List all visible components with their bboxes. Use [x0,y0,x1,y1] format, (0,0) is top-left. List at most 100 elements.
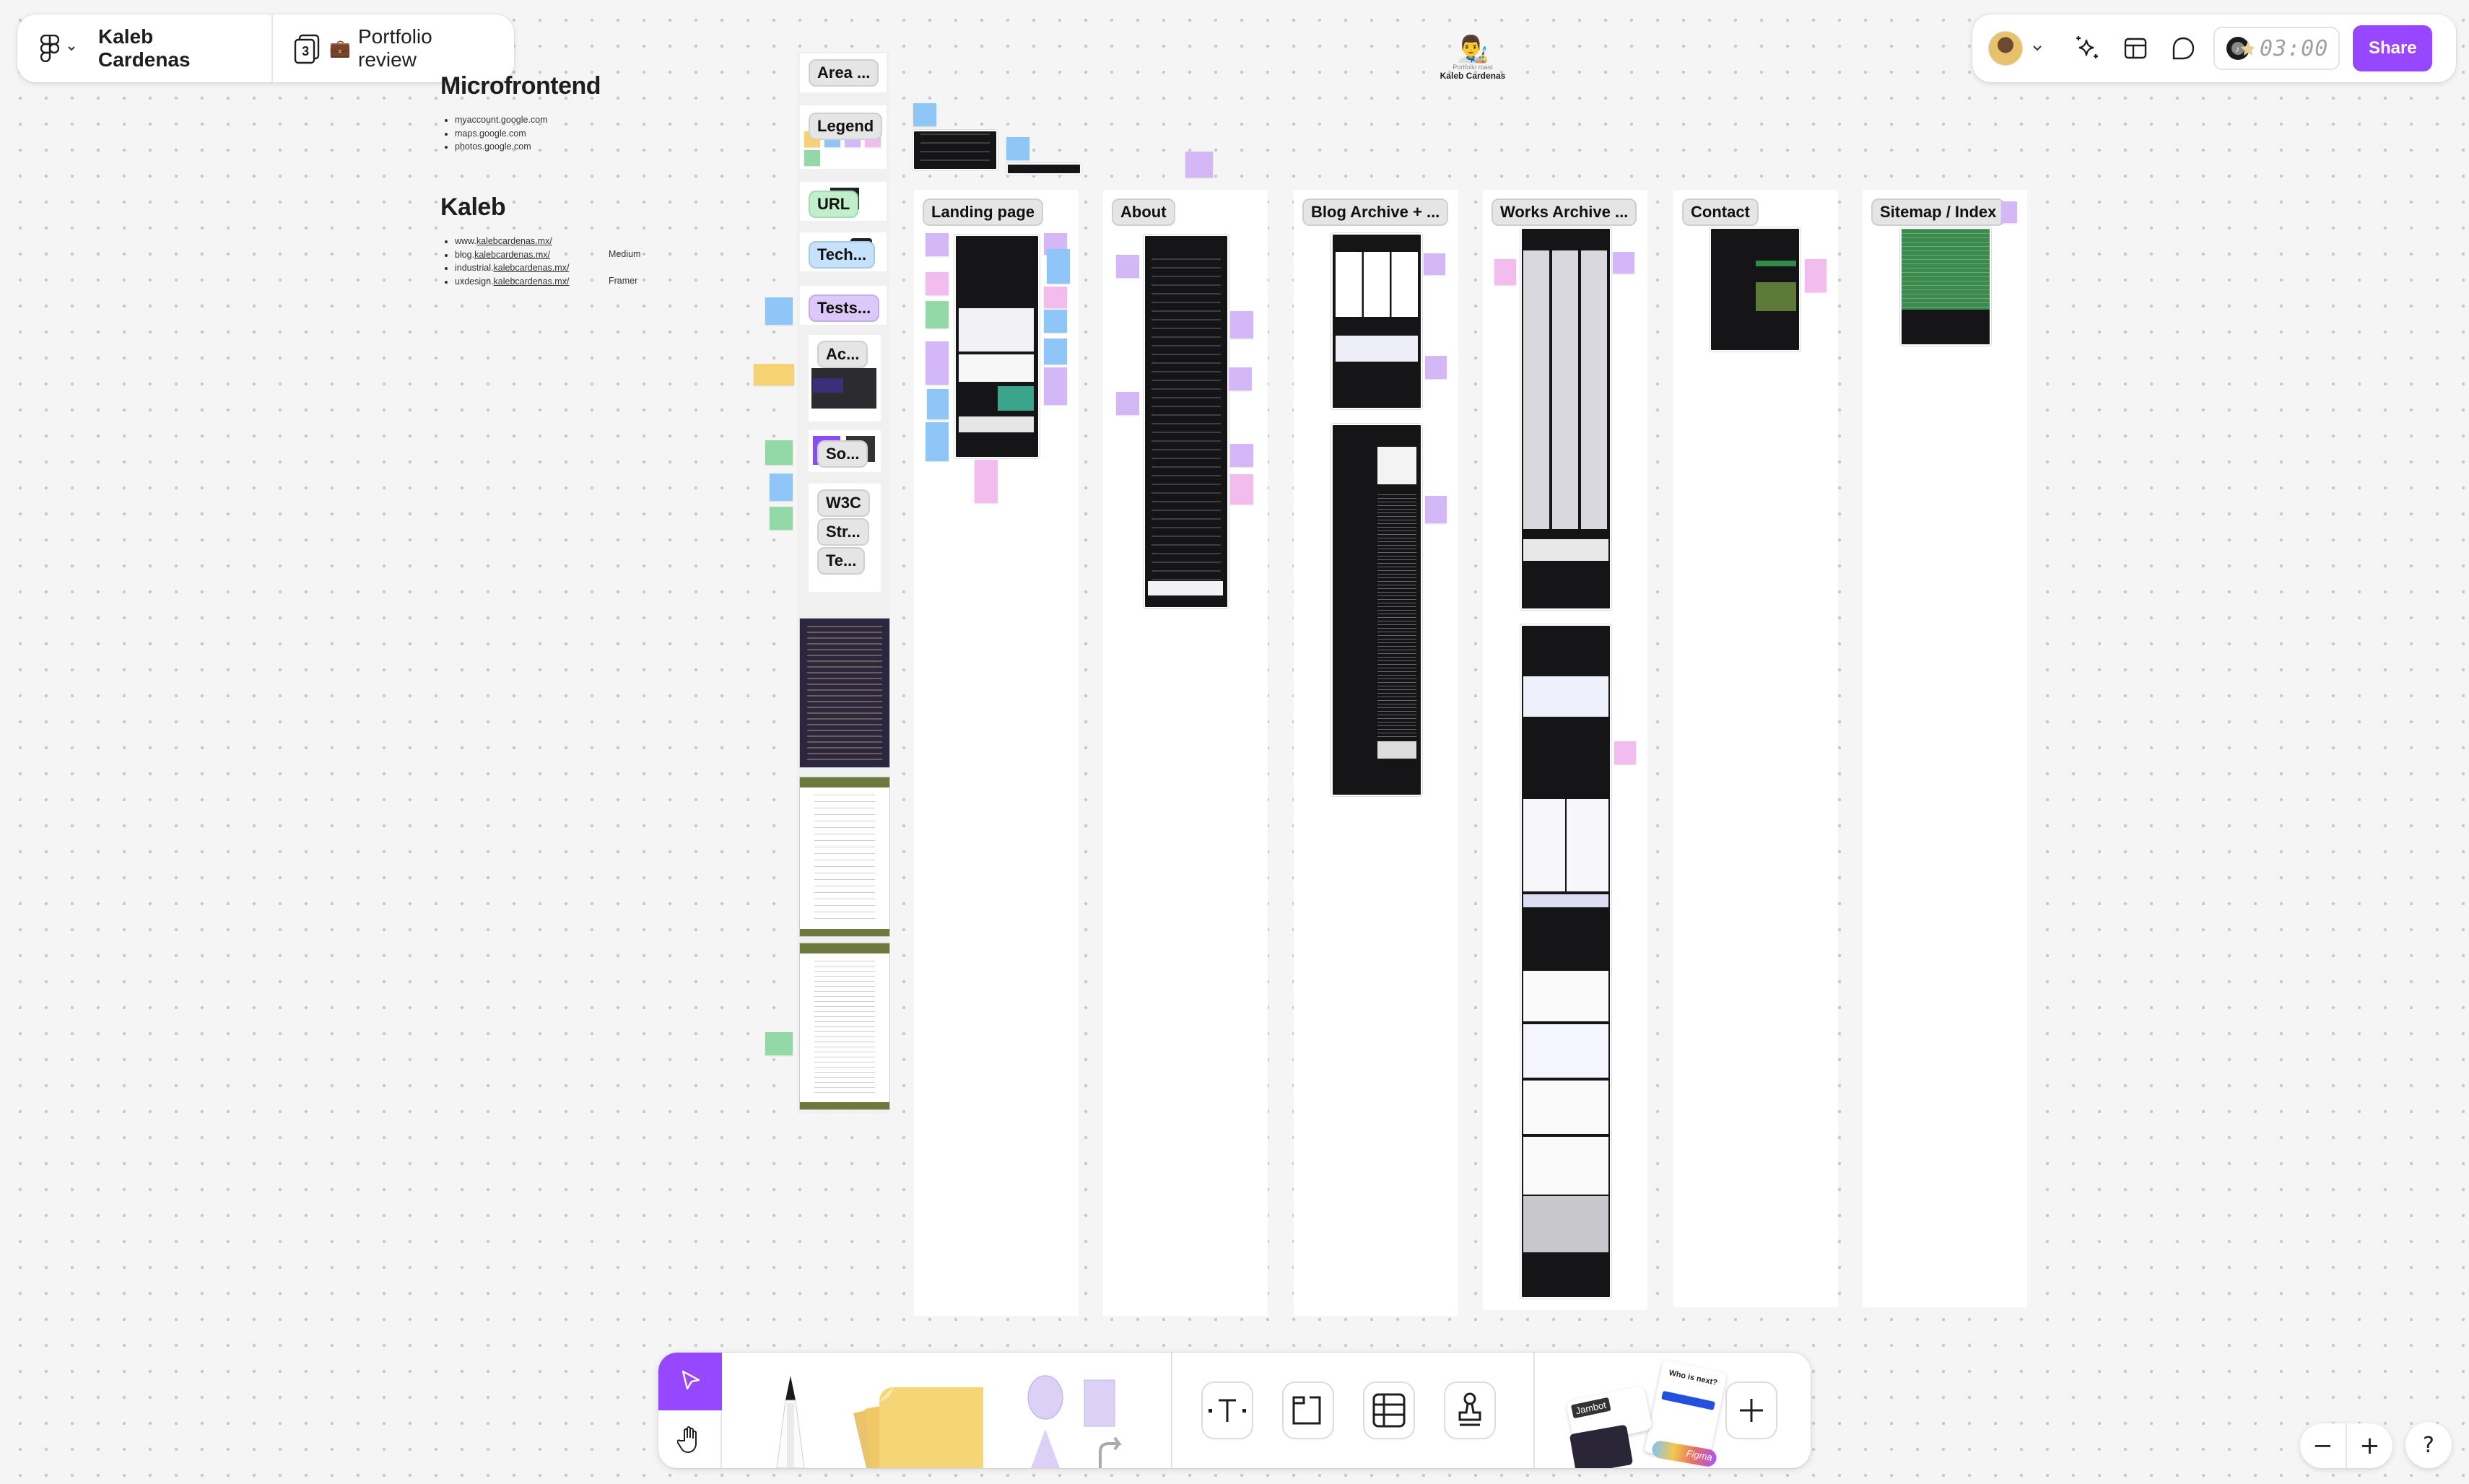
link-item[interactable]: industrial.kalebcardenas.mx/ [455,261,569,275]
sticky-note[interactable] [770,473,793,501]
shapes-tool[interactable] [1024,1371,1132,1468]
section-label[interactable]: Contact [1682,198,1759,226]
file-name[interactable]: Portfolio review [358,25,494,71]
sticky-note[interactable] [1044,310,1067,333]
sticky-note[interactable] [926,422,949,461]
sticky-note[interactable] [1425,496,1447,523]
presenter-badge[interactable]: 👨‍🎨 Portfolio roast Kaleb Cardenas [1429,35,1516,82]
widgets-tool[interactable]: Who is next? Jambot Figma [1558,1360,1728,1468]
section-tests[interactable]: Tests... [800,286,887,325]
sticky-note[interactable] [926,301,949,328]
works-archive-screenshot[interactable] [1520,227,1611,610]
marker-tool[interactable] [767,1374,814,1468]
more-tools-button[interactable] [1725,1382,1777,1439]
sticky-note[interactable] [770,507,793,530]
sticky-note[interactable] [765,297,793,325]
sticky-note[interactable] [1047,249,1070,284]
sticky-note[interactable] [913,103,936,126]
layout-button[interactable] [2118,31,2153,66]
sticky-note[interactable] [1116,392,1139,415]
section-works-archive[interactable]: Works Archive ... [1483,190,1647,1310]
page-screenshot[interactable] [1144,235,1229,608]
figma-menu-button[interactable] [40,35,77,62]
section-label[interactable]: Str... [817,518,869,546]
section-accessibility[interactable]: Ac... [809,335,881,422]
sticky-note[interactable] [1230,474,1253,505]
section-label[interactable]: So... [817,440,868,468]
link-item[interactable]: www.kalebcardenas.mx/ [455,235,569,248]
hand-tool-button[interactable] [658,1410,722,1468]
link-item[interactable]: maps.google.com [455,127,601,141]
section-label[interactable]: Te... [817,547,866,575]
section-tool[interactable] [1282,1382,1334,1439]
section-tech[interactable]: Tech... [800,232,887,271]
section-label[interactable]: Tests... [809,294,880,322]
sticky-note[interactable] [2001,201,2017,223]
json-ld-code-screenshot[interactable] [799,618,890,768]
sticky-note[interactable] [1044,287,1067,308]
stamp-tool[interactable] [1444,1382,1496,1439]
sticky-note[interactable] [1494,259,1516,285]
sticky-note[interactable] [1614,741,1636,764]
pages-icon[interactable]: 3 [293,34,322,64]
page-screenshot[interactable] [954,235,1040,458]
section-label[interactable]: About [1112,198,1175,226]
text-tool[interactable] [1201,1382,1253,1439]
sticky-note[interactable] [765,1032,793,1055]
sticky-note[interactable] [754,364,794,385]
section-label[interactable]: Landing page [923,198,1043,226]
user-menu[interactable] [1988,31,2043,66]
blog-post-screenshot[interactable] [1331,424,1422,796]
section-url[interactable]: URL [800,182,887,221]
link-domain[interactable]: kalebcardenas.mx/ [494,263,570,273]
link-item[interactable]: photos.google.com [455,140,601,154]
section-legend[interactable]: Legend [800,105,887,169]
section-contact[interactable]: Contact [1673,190,1838,1307]
sticky-note[interactable] [765,440,793,465]
sticky-note[interactable] [1116,255,1139,278]
table-tool[interactable] [1363,1382,1415,1439]
section-area[interactable]: Area ... [800,53,887,92]
sticky-note[interactable] [1229,367,1252,390]
validator-report-screenshot[interactable] [799,777,890,937]
section-label[interactable]: Works Archive ... [1492,198,1637,226]
blog-archive-screenshot[interactable] [1331,233,1422,409]
sticky-note[interactable] [1006,137,1029,160]
section-label[interactable]: URL [809,191,859,218]
sticky-note[interactable] [975,460,998,503]
link-item[interactable]: myaccount.google.com [455,113,601,127]
link-domain[interactable]: kalebcardenas.mx/ [494,276,570,287]
sticky-note[interactable] [1230,444,1253,467]
sticky-note[interactable] [1425,356,1447,379]
section-label[interactable]: Area ... [809,59,879,87]
move-tool-button[interactable] [658,1353,722,1410]
section-sitemap[interactable]: Sitemap / Index [1863,190,2027,1307]
link-domain[interactable]: kalebcardenas.mx/ [476,236,552,246]
code-editor-screenshot[interactable] [913,130,998,170]
section-blog-archive[interactable]: Blog Archive + ... [1294,190,1458,1316]
sitemap-screenshot[interactable] [1900,227,1991,346]
sticky-note[interactable] [926,233,949,256]
zoom-out-button[interactable]: − [2300,1423,2346,1468]
contact-page-screenshot[interactable] [1710,227,1800,352]
sticky-note[interactable] [1185,152,1213,178]
work-detail-screenshot[interactable] [1520,624,1611,1298]
structure-report-screenshot[interactable] [799,943,890,1110]
terminal-screenshot[interactable] [1006,163,1081,175]
link-item[interactable]: uxdesign.kalebcardenas.mx/ [455,275,569,289]
avatar[interactable] [1988,31,2023,66]
link-item[interactable]: blog.kalebcardenas.mx/ [455,248,569,262]
section-label[interactable]: Tech... [809,241,876,269]
section-label[interactable]: Legend [809,113,883,140]
sticky-note[interactable] [1044,339,1067,365]
team-name[interactable]: Kaleb Cardenas [98,25,248,71]
sticky-note[interactable] [1613,252,1634,274]
section-about[interactable]: About [1103,190,1268,1316]
zoom-in-button[interactable]: + [2347,1423,2392,1468]
share-button[interactable]: Share [2353,25,2433,71]
sticky-note[interactable] [1424,253,1445,275]
section-landing-page[interactable]: Landing page [914,190,1079,1316]
sticky-note[interactable] [1044,367,1067,405]
section-social[interactable]: So... [809,430,881,472]
help-button[interactable]: ? [2405,1422,2452,1468]
